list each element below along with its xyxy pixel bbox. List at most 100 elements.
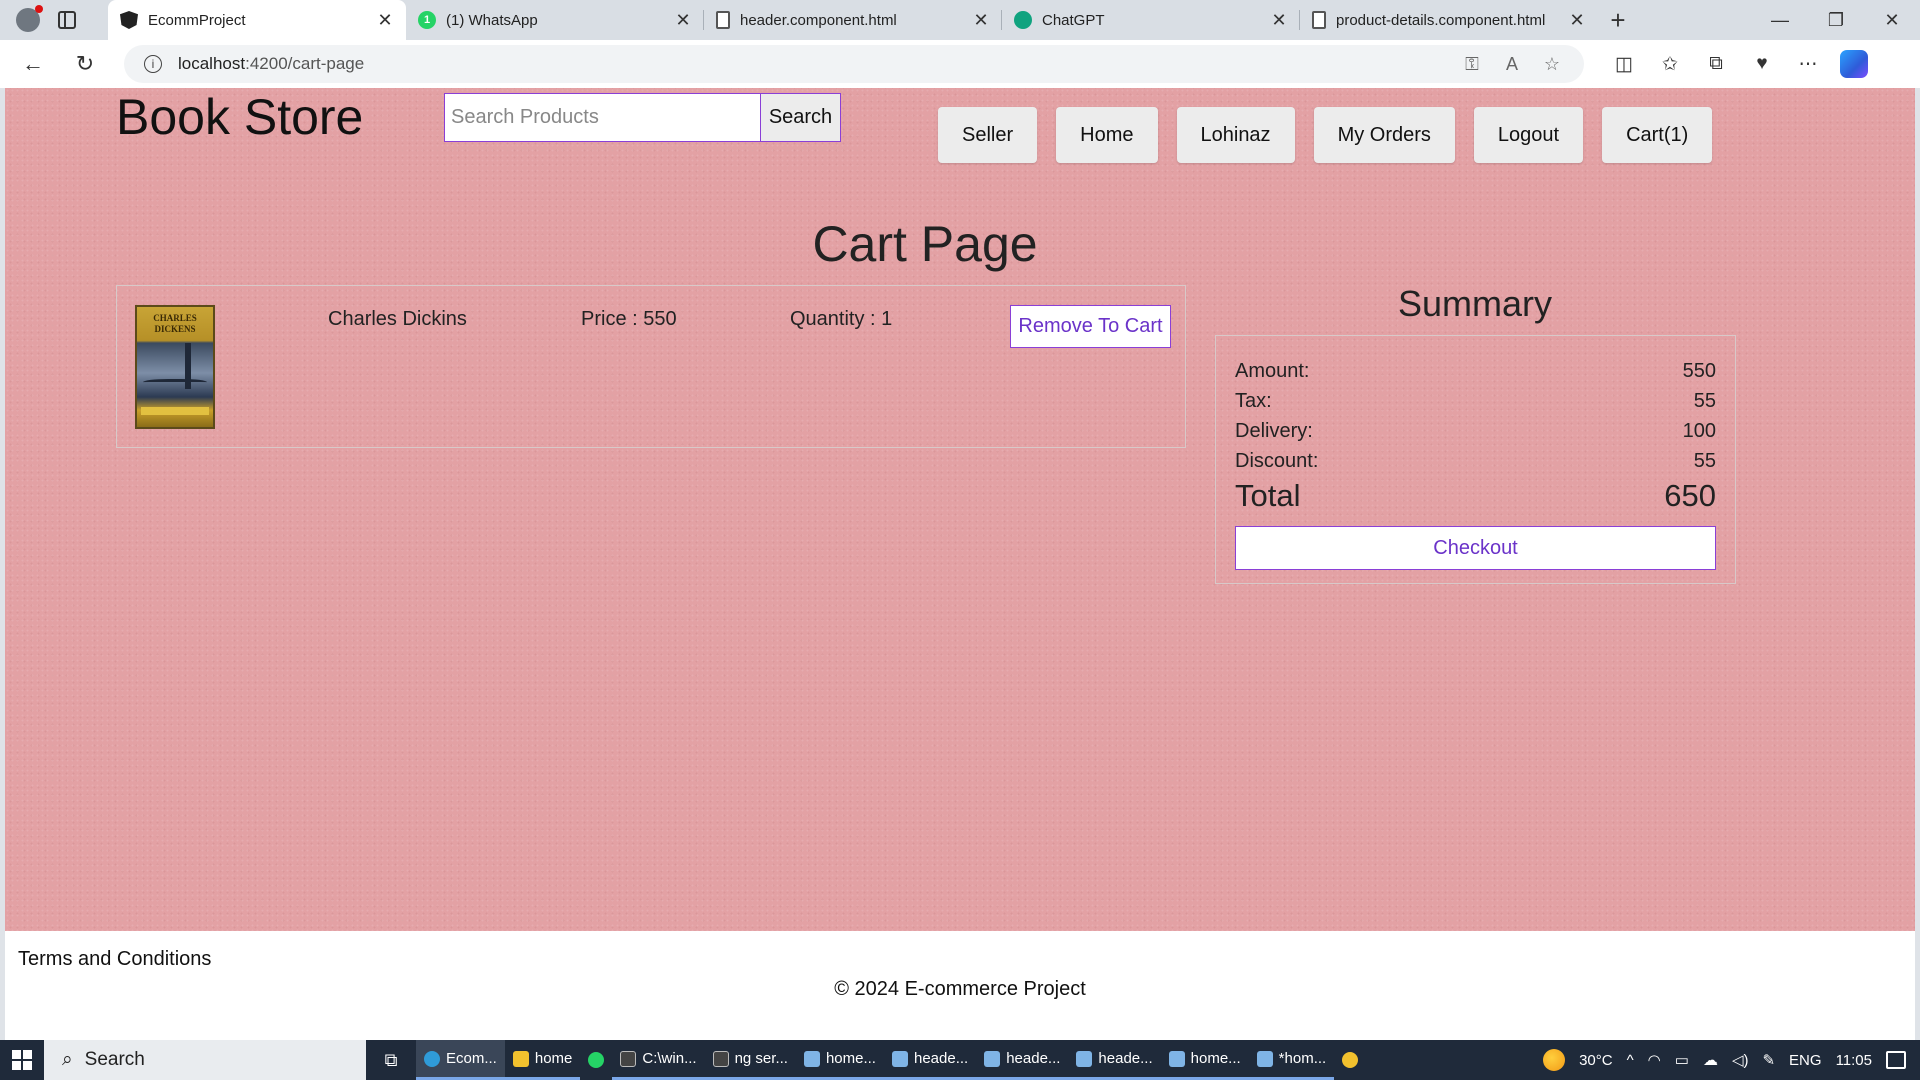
tab-close-icon[interactable]: ✕ bbox=[674, 10, 692, 31]
nav-home[interactable]: Home bbox=[1056, 107, 1158, 163]
file-icon bbox=[1312, 11, 1326, 29]
summary-title: Summary bbox=[1397, 283, 1553, 324]
tab-label: ChatGPT bbox=[1042, 11, 1105, 29]
taskbar-search[interactable]: ⌕ Search bbox=[44, 1040, 366, 1080]
cloud-icon[interactable]: ☁ bbox=[1703, 1051, 1718, 1069]
tab-whatsapp[interactable]: 1 (1) WhatsApp ✕ bbox=[406, 0, 704, 40]
address-bar[interactable]: i localhost:4200/cart-page ⚿ A ☆ bbox=[124, 45, 1584, 83]
tab-label: header.component.html bbox=[740, 11, 897, 29]
chevron-up-icon[interactable]: ^ bbox=[1627, 1052, 1634, 1069]
tab-close-icon[interactable]: ✕ bbox=[1568, 10, 1586, 31]
toolbar-right: ◫ ✩ ⧉ ♥ ⋯ bbox=[1610, 53, 1822, 76]
search-form: Search bbox=[444, 93, 841, 142]
minimize-button[interactable]: — bbox=[1752, 0, 1808, 40]
battery-icon[interactable]: ▭ bbox=[1675, 1051, 1689, 1069]
more-menu-icon[interactable]: ⋯ bbox=[1794, 53, 1822, 76]
pen-icon[interactable]: ✎ bbox=[1762, 1051, 1775, 1069]
favorite-star-icon[interactable]: ☆ bbox=[1540, 54, 1564, 75]
summary-label: Discount: bbox=[1235, 449, 1319, 472]
site-info-icon[interactable]: i bbox=[144, 55, 162, 73]
search-input[interactable] bbox=[445, 94, 761, 141]
tab-close-icon[interactable]: ✕ bbox=[972, 10, 990, 31]
tab-header-component[interactable]: header.component.html ✕ bbox=[704, 0, 1002, 40]
taskbar-app-edge[interactable]: Ecom... bbox=[416, 1040, 505, 1080]
search-button[interactable]: Search bbox=[761, 94, 840, 141]
taskbar-app-label: ng ser... bbox=[734, 1050, 788, 1067]
taskbar-app-notepad[interactable]: home... bbox=[795, 1040, 884, 1080]
split-screen-icon[interactable]: ◫ bbox=[1610, 53, 1638, 76]
book-cover-title: CHARLES DICKENS bbox=[153, 313, 197, 334]
restore-button[interactable]: ❐ bbox=[1808, 0, 1864, 40]
taskbar-app-notepad[interactable]: heade... bbox=[1068, 1040, 1161, 1080]
taskbar-app-notepad[interactable]: heade... bbox=[883, 1040, 977, 1080]
tab-close-icon[interactable]: ✕ bbox=[376, 10, 394, 31]
checkout-button[interactable]: Checkout bbox=[1235, 526, 1716, 570]
system-tray: 30°C ^ ◠ ▭ ☁ ◁) ✎ ENG 11:05 bbox=[1543, 1049, 1920, 1071]
terminal-icon bbox=[620, 1050, 637, 1067]
summary-value: 55 bbox=[1693, 389, 1716, 412]
notepad-icon bbox=[1076, 1050, 1093, 1067]
tab-actions-icon[interactable] bbox=[58, 11, 76, 29]
temperature[interactable]: 30°C bbox=[1579, 1052, 1613, 1069]
read-aloud-icon[interactable]: A bbox=[1500, 54, 1524, 75]
taskbar-app-ng-serve[interactable]: ng ser... bbox=[704, 1040, 796, 1080]
tab-strip-left bbox=[0, 0, 108, 40]
edge-icon bbox=[424, 1050, 440, 1067]
total-value: 650 bbox=[1664, 478, 1716, 513]
extension-icon[interactable]: ♥ bbox=[1748, 53, 1776, 76]
nav-seller[interactable]: Seller bbox=[938, 107, 1038, 163]
key-icon[interactable]: ⚿ bbox=[1460, 54, 1484, 75]
taskbar-app-notepad[interactable]: *hom... bbox=[1248, 1040, 1335, 1080]
tab-chatgpt[interactable]: ChatGPT ✕ bbox=[1002, 0, 1300, 40]
clock[interactable]: 11:05 bbox=[1836, 1052, 1872, 1069]
language-indicator[interactable]: ENG bbox=[1789, 1052, 1822, 1069]
notepad-icon bbox=[1256, 1050, 1273, 1067]
weather-icon[interactable] bbox=[1543, 1049, 1566, 1071]
taskbar-app-label: home... bbox=[825, 1050, 876, 1067]
url-text[interactable]: localhost:4200/cart-page bbox=[178, 54, 1444, 74]
cart-item-quantity: Quantity : 1 bbox=[790, 308, 893, 330]
task-view-icon[interactable]: ⧉ bbox=[366, 1050, 416, 1071]
collections-icon[interactable]: ⧉ bbox=[1702, 53, 1730, 76]
tab-ecommproject[interactable]: EcommProject ✕ bbox=[108, 0, 406, 40]
back-button[interactable]: ← bbox=[16, 47, 50, 81]
favorites-icon[interactable]: ✩ bbox=[1656, 53, 1684, 76]
taskbar-app-label: heade... bbox=[1098, 1050, 1153, 1067]
nav-my-orders[interactable]: My Orders bbox=[1313, 107, 1455, 163]
summary-label: Amount: bbox=[1235, 359, 1310, 382]
site-brand[interactable]: Book Store bbox=[116, 88, 363, 146]
wifi-icon[interactable]: ◠ bbox=[1648, 1051, 1661, 1069]
window-controls: — ❐ ✕ bbox=[1752, 0, 1920, 40]
nav-logout[interactable]: Logout bbox=[1473, 107, 1584, 163]
copilot-icon[interactable] bbox=[1840, 50, 1868, 78]
taskbar-app-cmd[interactable]: C:\win... bbox=[612, 1040, 705, 1080]
close-window-button[interactable]: ✕ bbox=[1864, 0, 1920, 40]
remove-from-cart-button[interactable]: Remove To Cart bbox=[1010, 305, 1171, 348]
url-host: localhost bbox=[178, 54, 246, 73]
taskbar-app-label: heade... bbox=[1006, 1050, 1061, 1067]
book-cover-image: CHARLES DICKENS bbox=[135, 305, 215, 429]
taskbar-app-explorer[interactable]: home bbox=[504, 1040, 581, 1080]
summary-row-tax: Tax: 55 bbox=[1235, 386, 1716, 416]
nav-user[interactable]: Lohinaz bbox=[1176, 107, 1295, 163]
reload-button[interactable]: ↻ bbox=[68, 47, 102, 81]
notification-icon[interactable] bbox=[1886, 1051, 1906, 1069]
summary-value: 550 bbox=[1682, 359, 1716, 382]
taskbar-app-whatsapp[interactable] bbox=[580, 1040, 612, 1080]
summary-value: 55 bbox=[1693, 449, 1716, 472]
whatsapp-icon: 1 bbox=[418, 11, 436, 29]
cart-item: CHARLES DICKENS Charles Dickins Price : … bbox=[116, 285, 1186, 448]
summary-label: Delivery: bbox=[1235, 419, 1313, 442]
tab-product-details[interactable]: product-details.component.html ✕ bbox=[1300, 0, 1598, 40]
nav-cart[interactable]: Cart(1) bbox=[1602, 107, 1713, 163]
taskbar-app-notepad[interactable]: heade... bbox=[976, 1040, 1069, 1080]
profile-icon[interactable] bbox=[16, 5, 43, 32]
taskbar-app-notepad[interactable]: home... bbox=[1160, 1040, 1249, 1080]
terms-link[interactable]: Terms and Conditions bbox=[18, 948, 211, 971]
taskbar-app-help[interactable] bbox=[1334, 1040, 1366, 1080]
start-button[interactable] bbox=[0, 1040, 44, 1080]
new-tab-button[interactable]: + bbox=[1598, 0, 1638, 40]
tab-close-icon[interactable]: ✕ bbox=[1270, 10, 1288, 31]
folder-icon bbox=[512, 1050, 529, 1067]
volume-icon[interactable]: ◁) bbox=[1732, 1051, 1749, 1069]
